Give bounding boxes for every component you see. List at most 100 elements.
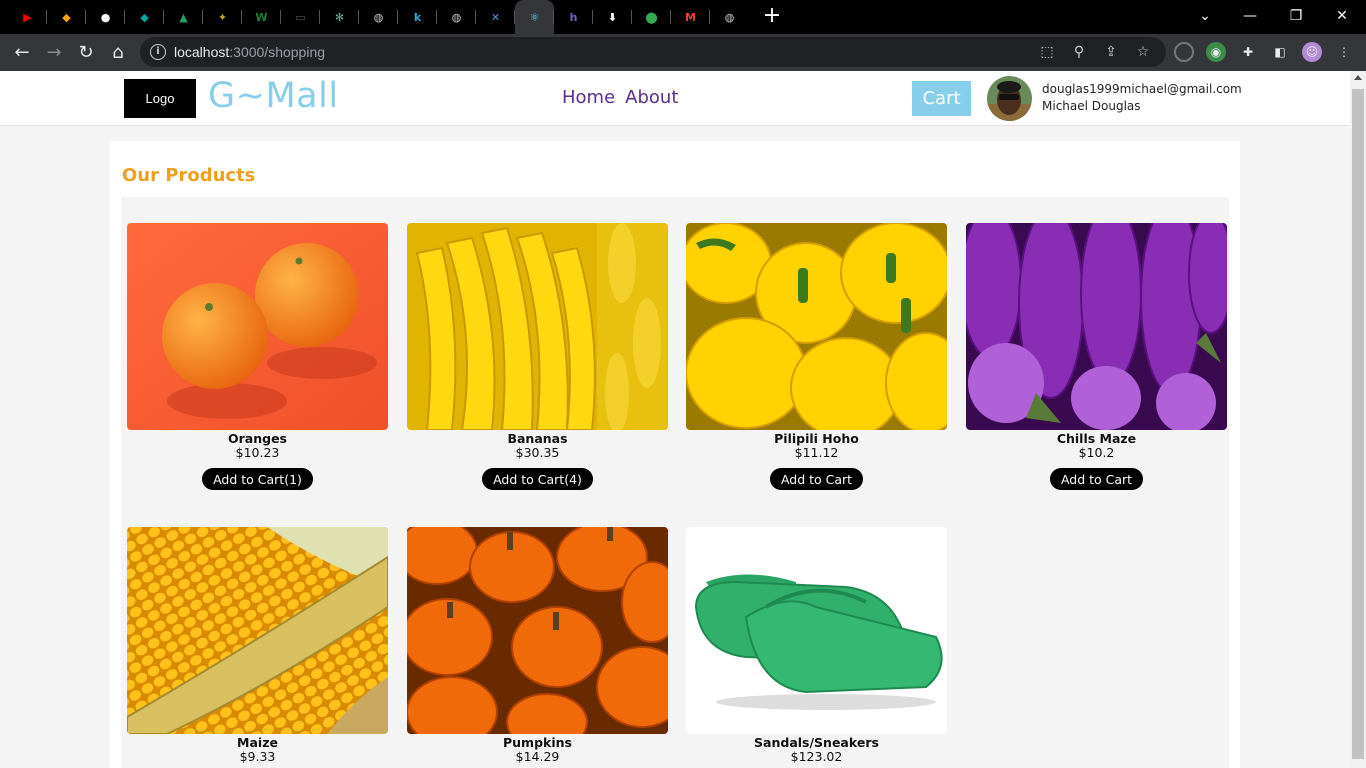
page-scrollbar[interactable] [1350, 71, 1366, 768]
restore-button[interactable]: ❐ [1284, 4, 1308, 28]
product-price: $11.12 [794, 445, 839, 460]
product-card: Oranges $10.23 Add to Cart(1) [127, 223, 388, 490]
nav-link-home[interactable]: Home [562, 87, 615, 108]
browser-tab[interactable]: ◆ [47, 0, 86, 34]
firebase-icon: ◆ [62, 10, 71, 24]
user-avatar[interactable] [987, 76, 1032, 121]
site-logo[interactable]: Logo [124, 79, 196, 118]
url-path: :3000/shopping [229, 44, 326, 60]
browser-tab[interactable]: ✕ [476, 0, 515, 34]
react-icon: ⚛ [529, 10, 540, 24]
product-image-bananas[interactable] [407, 223, 668, 430]
browser-tab[interactable]: ✦ [203, 0, 242, 34]
window-icon: ▭ [295, 10, 306, 24]
product-image-pumpkins[interactable] [407, 527, 668, 734]
browser-tab[interactable]: ◍ [359, 0, 398, 34]
product-price: $10.2 [1078, 445, 1115, 460]
globe-icon: ◍ [451, 10, 462, 24]
browser-tab[interactable]: ✻ [320, 0, 359, 34]
url-host: localhost [174, 44, 230, 60]
add-to-cart-button[interactable]: Add to Cart [1049, 468, 1144, 490]
user-email: douglas1999michael@gmail.com [1042, 82, 1242, 96]
tab-search-icon[interactable]: ⌄ [1193, 4, 1217, 28]
browser-tab[interactable]: ◍ [710, 0, 749, 34]
browser-tab[interactable]: ⚛ [515, 0, 554, 34]
bookmark-star-icon[interactable]: ☆ [1134, 43, 1152, 61]
product-name: Bananas [507, 431, 568, 446]
extensions-puzzle-icon[interactable]: ✚ [1238, 42, 1258, 62]
browser-menu-icon[interactable]: ⋮ [1334, 42, 1354, 62]
add-to-cart-button[interactable]: Add to Cart [769, 468, 864, 490]
product-price: $14.29 [515, 749, 560, 764]
extension-robot-icon[interactable]: ◉ [1206, 42, 1226, 62]
browser-tab[interactable]: ▲ [164, 0, 203, 34]
browser-tab[interactable]: ● [86, 0, 125, 34]
product-image-oranges[interactable] [127, 223, 388, 430]
site-info-icon[interactable]: i [150, 44, 166, 60]
products-heading: Our Products [122, 165, 256, 186]
browser-tab[interactable]: ▭ [281, 0, 320, 34]
cart-button[interactable]: Cart [912, 81, 971, 116]
product-card: Sandals/Sneakers $123.02 [686, 527, 947, 764]
chatgpt-icon: ✻ [334, 10, 345, 24]
browser-tab[interactable]: ▶ [8, 0, 47, 34]
reload-icon[interactable]: ↻ [74, 40, 98, 64]
new-tab-button[interactable]: + [760, 5, 784, 29]
product-price: $30.35 [515, 445, 560, 460]
browser-tab[interactable]: ⬤ [632, 0, 671, 34]
product-price: $123.02 [790, 749, 843, 764]
side-panel-icon[interactable]: ◧ [1270, 42, 1290, 62]
url-text[interactable]: localhost:3000/shopping [174, 44, 325, 60]
scroll-thumb[interactable] [1352, 89, 1364, 759]
gmail-icon: M [685, 10, 696, 24]
browser-tab[interactable]: k [398, 0, 437, 34]
close-window-button[interactable]: ✕ [1330, 4, 1354, 28]
scroll-up-arrow-icon[interactable] [1354, 75, 1362, 80]
brand-title[interactable]: G~Mall [208, 76, 339, 116]
product-card: Bananas $30.35 Add to Cart(4) [407, 223, 668, 490]
product-price: $9.33 [239, 749, 276, 764]
webflow-icon: W [255, 10, 268, 24]
product-name: Oranges [228, 431, 287, 446]
home-icon[interactable]: ⌂ [106, 40, 130, 64]
back-icon[interactable]: ← [10, 40, 34, 64]
product-image-clogs[interactable] [686, 527, 947, 734]
globe-icon: ◍ [724, 10, 735, 24]
browser-tab[interactable]: ⬇ [593, 0, 632, 34]
nav-link-about[interactable]: About [625, 87, 678, 108]
product-image-eggplants[interactable] [966, 223, 1227, 430]
zoom-icon[interactable]: ⚲ [1070, 43, 1088, 61]
github-icon: ● [100, 10, 111, 24]
product-image-peppers[interactable] [686, 223, 947, 430]
browser-tab[interactable]: ◆ [125, 0, 164, 34]
product-name: Pilipili Hoho [774, 431, 859, 446]
browser-tab[interactable]: M [671, 0, 710, 34]
product-price: $10.23 [235, 445, 280, 460]
profile-avatar-icon[interactable]: ☺ [1302, 42, 1322, 62]
browser-tab[interactable]: h [554, 0, 593, 34]
share-icon[interactable]: ⇪ [1102, 43, 1120, 61]
user-name: Michael Douglas [1042, 99, 1141, 113]
forward-icon[interactable]: → [42, 40, 66, 64]
crest-icon: ✦ [217, 10, 228, 24]
browser-tab[interactable]: W [242, 0, 281, 34]
product-image-maize[interactable] [127, 527, 388, 734]
install-app-icon[interactable]: ⬚ [1038, 43, 1056, 61]
add-to-cart-button[interactable]: Add to Cart(1) [202, 468, 313, 490]
extension-sync-icon[interactable] [1174, 42, 1194, 62]
heroku-icon: h [569, 10, 578, 24]
web-page: Logo G~Mall Home About Cart douglas1999m… [0, 71, 1350, 768]
product-name: Maize [237, 735, 278, 750]
browser-toolbar: ← → ↻ ⌂ i localhost:3000/shopping ⬚ ⚲ ⇪ … [0, 34, 1366, 71]
k-icon: k [413, 10, 422, 24]
product-card: Pilipili Hoho $11.12 Add to Cart [686, 223, 947, 490]
minimize-button[interactable]: — [1238, 4, 1262, 28]
address-bar[interactable]: i localhost:3000/shopping ⬚ ⚲ ⇪ ☆ [140, 37, 1166, 67]
google-drive-icon: ▲ [179, 10, 188, 24]
download-icon: ⬇ [607, 10, 618, 24]
bird-icon: ✕ [490, 10, 501, 24]
browser-tab[interactable]: ◍ [437, 0, 476, 34]
globe-icon: ◍ [373, 10, 384, 24]
maps-pin-icon: ⬤ [645, 10, 658, 24]
add-to-cart-button[interactable]: Add to Cart(4) [482, 468, 593, 490]
